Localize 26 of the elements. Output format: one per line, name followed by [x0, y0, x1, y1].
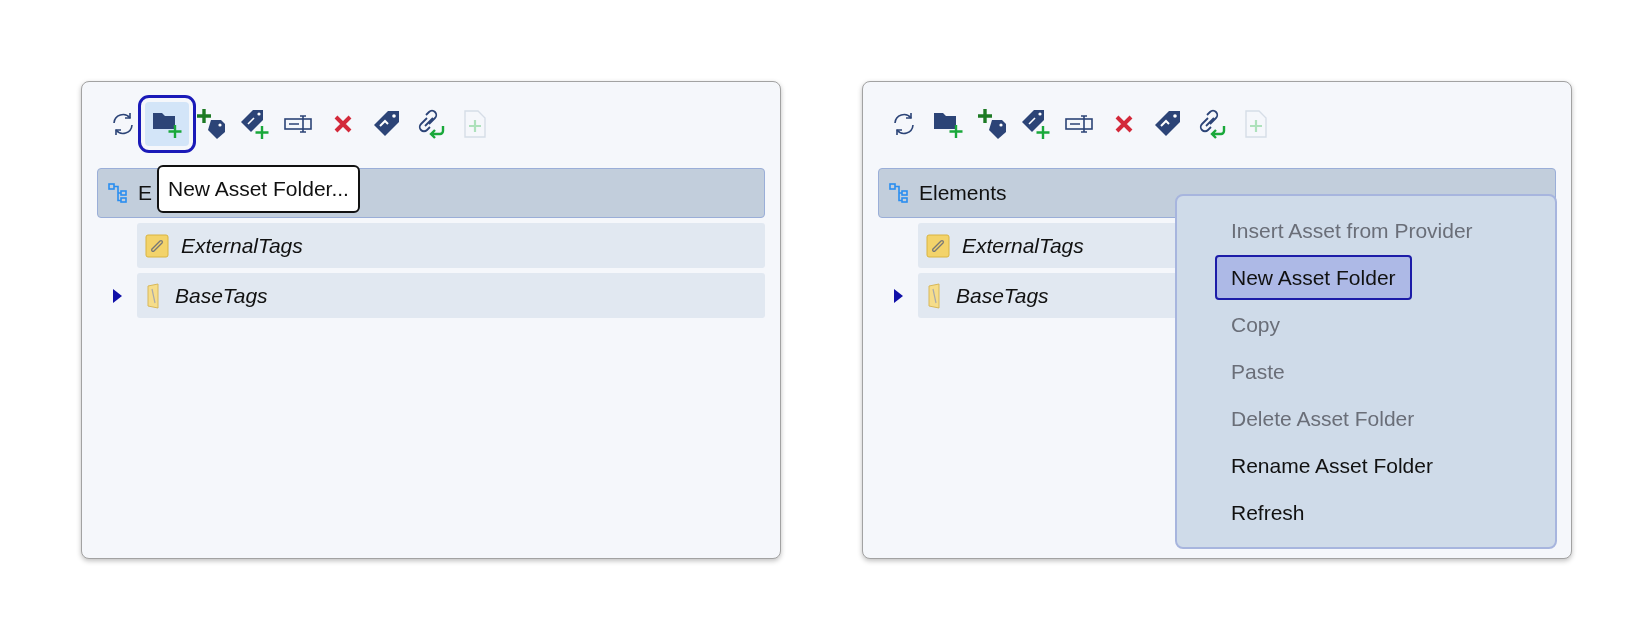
file-plus-icon [463, 109, 487, 139]
expand-arrow-icon[interactable] [112, 288, 122, 303]
rename-field-icon [1065, 114, 1095, 134]
delete-icon [1114, 114, 1134, 134]
link-folder-icon [926, 233, 950, 258]
link-tag-plus-icon [239, 108, 271, 140]
refresh-icon [110, 111, 136, 137]
tag-arrow-icon [372, 109, 402, 139]
tag-plus-icon [976, 108, 1008, 140]
menu-item[interactable]: Refresh [1215, 490, 1321, 535]
link-tag-plus-icon [1020, 108, 1052, 140]
delete-icon [333, 114, 353, 134]
tree-item[interactable]: BaseTags [137, 273, 765, 318]
link-folder-icon [145, 233, 169, 258]
hierarchy-icon [889, 183, 909, 203]
menu-item[interactable]: Rename Asset Folder [1215, 443, 1449, 488]
tag-plus-icon [195, 108, 227, 140]
tree-item[interactable]: ExternalTags [137, 223, 765, 268]
rename-field-icon [284, 114, 314, 134]
refresh-icon [891, 111, 917, 137]
expand-arrow-icon[interactable] [893, 288, 903, 303]
tooltip: New Asset Folder... [157, 165, 360, 213]
hierarchy-icon [108, 183, 128, 203]
tag-arrow-icon [1153, 109, 1183, 139]
file-plus-icon [1244, 109, 1268, 139]
menu-item[interactable]: New Asset Folder [1215, 255, 1412, 300]
